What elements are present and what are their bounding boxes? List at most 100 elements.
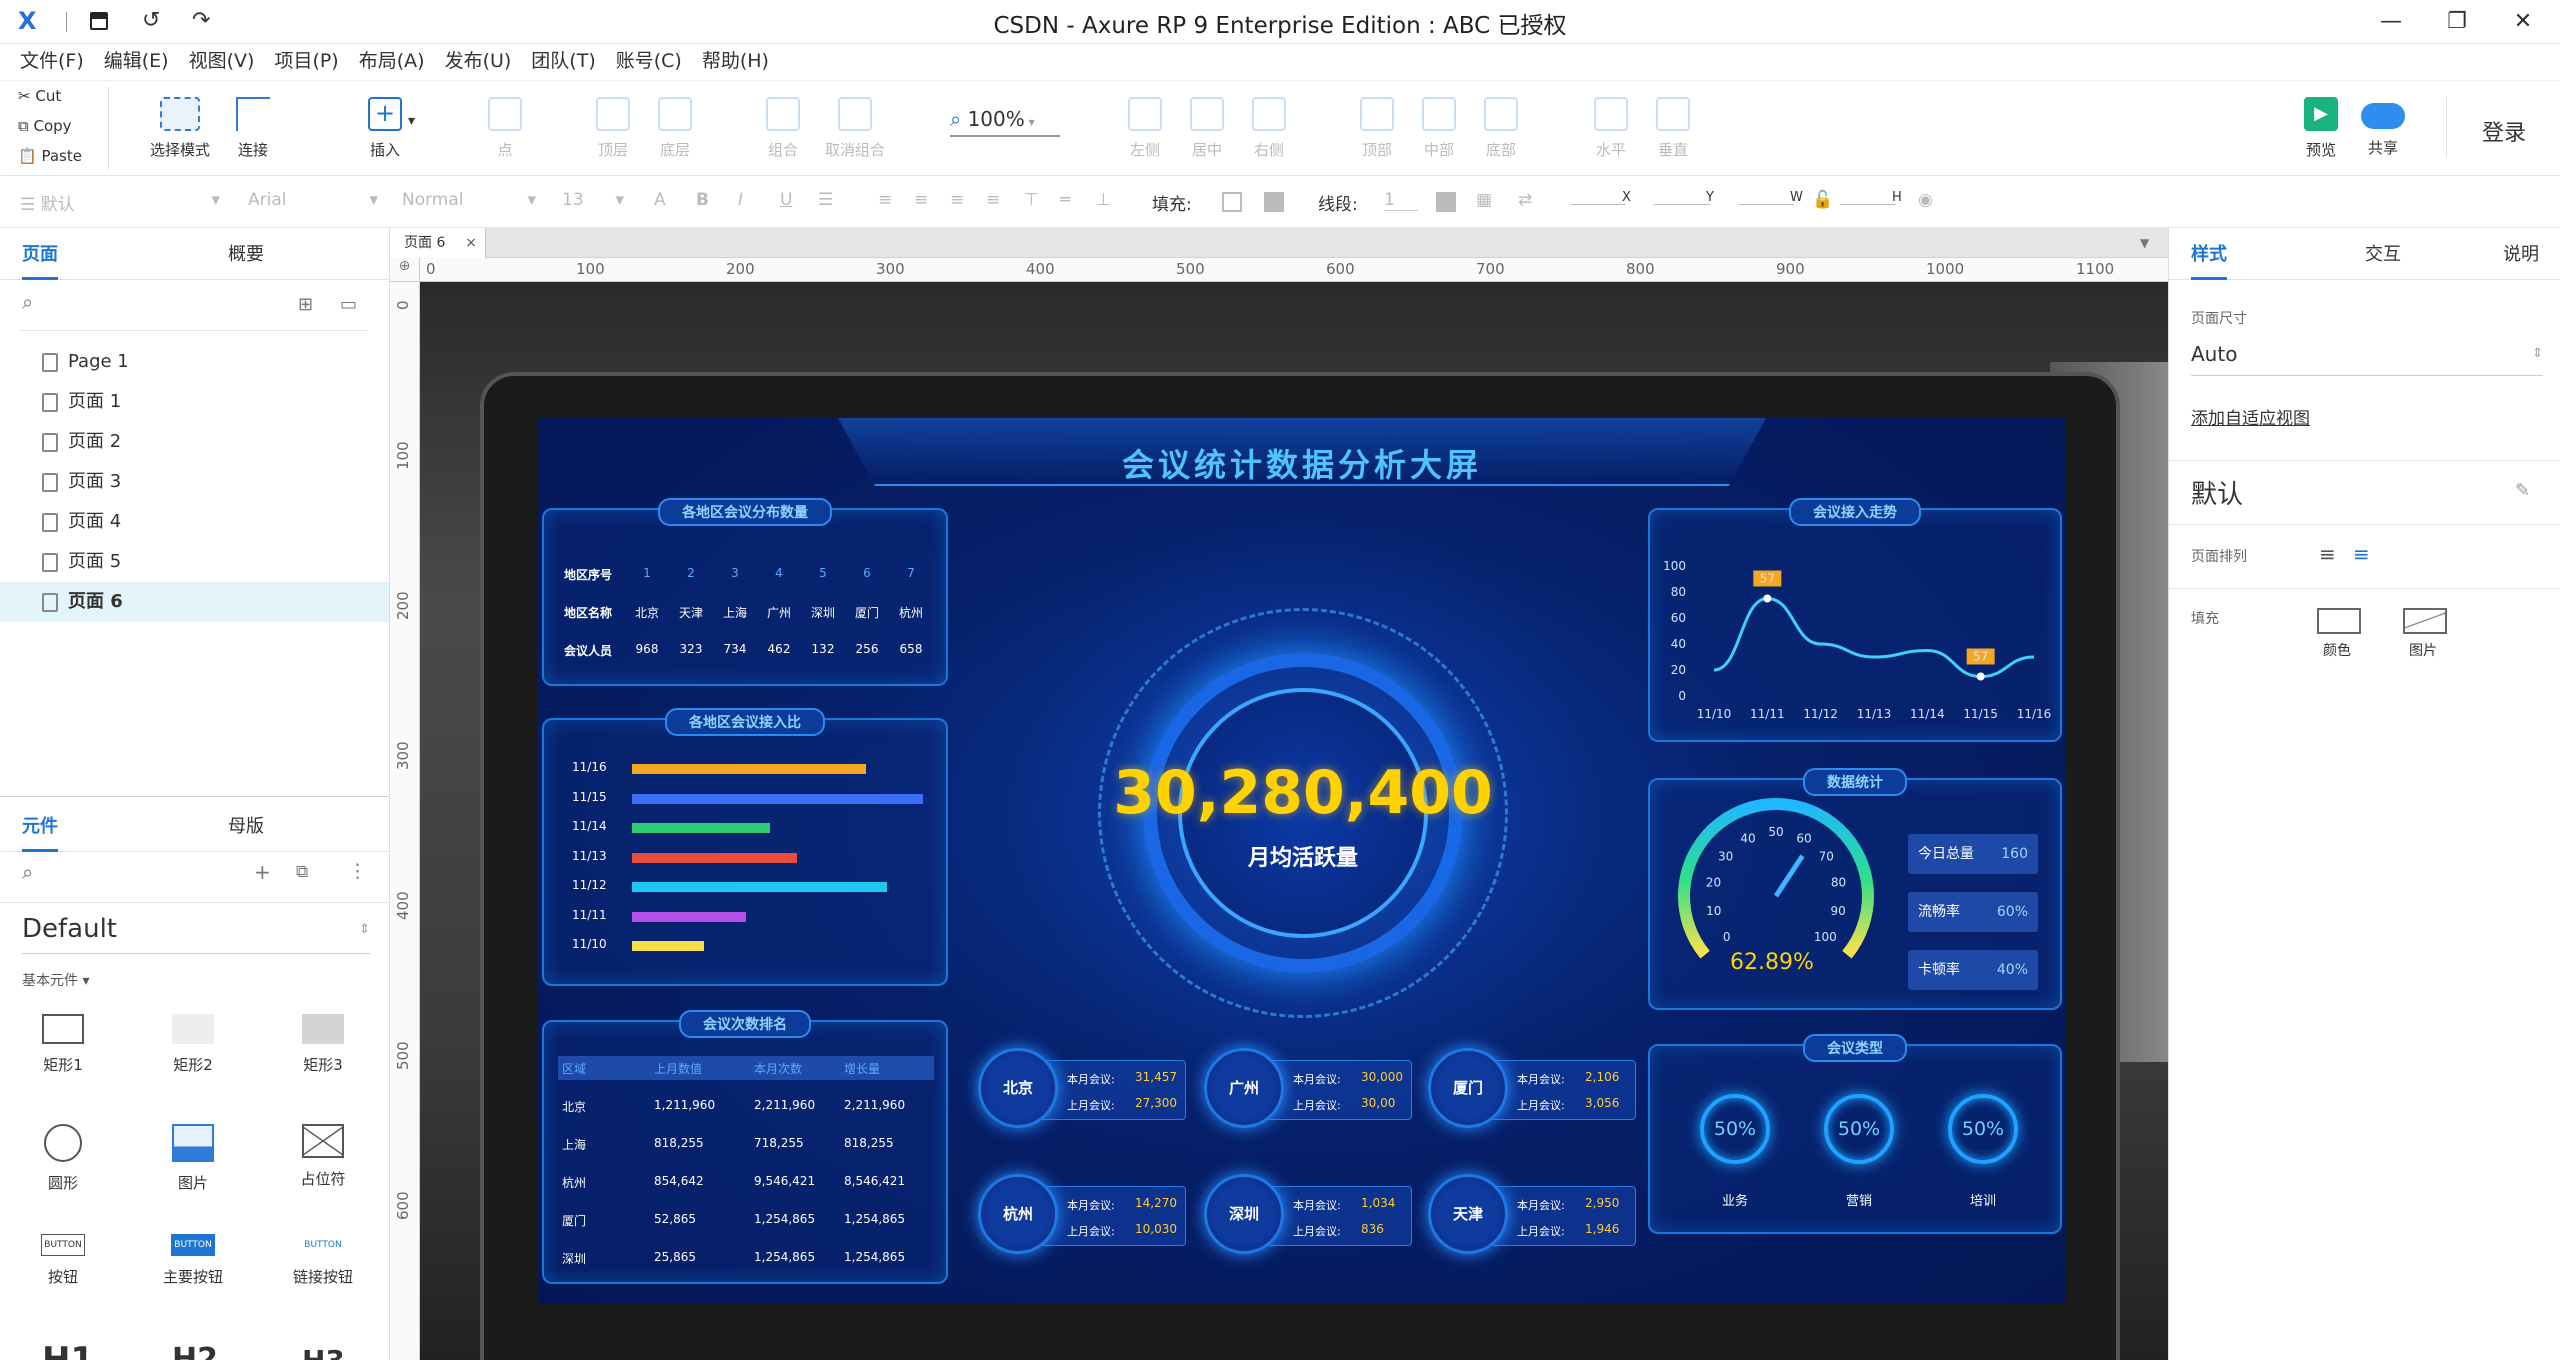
widget-circle[interactable]: 圆形 xyxy=(8,1124,118,1193)
select-mode-button[interactable]: 选择模式 xyxy=(140,97,220,160)
menu-account[interactable]: 账号(C) xyxy=(606,44,692,78)
align-text-center-icon[interactable]: ≡ xyxy=(914,190,928,210)
line-color-swatch[interactable] xyxy=(1436,192,1456,212)
login-button[interactable]: 登录 xyxy=(2482,115,2526,147)
add-folder-icon[interactable]: ▭ xyxy=(340,294,357,315)
minimize-button[interactable]: — xyxy=(2366,4,2416,40)
align-left-icon[interactable]: ≡ xyxy=(2319,542,2336,566)
page-item[interactable]: 页面 2 xyxy=(0,422,389,462)
style-select[interactable]: ☰ 默认 ▾ xyxy=(20,190,220,215)
fill-image-swatch[interactable] xyxy=(2403,608,2447,634)
y-input[interactable] xyxy=(1654,204,1710,205)
insert-button[interactable]: + 插入 xyxy=(360,97,410,160)
design-stage[interactable]: 会议统计数据分析大屏 30,280,400 月均活跃量 各地区会议分布数量 地区… xyxy=(420,282,2168,1360)
point-button[interactable]: 点 xyxy=(480,97,530,160)
align-left-button[interactable]: 左侧 xyxy=(1120,97,1170,160)
heading2-widget[interactable]: H2 xyxy=(172,1342,218,1360)
align-center-icon[interactable]: ≡ xyxy=(2353,542,2370,566)
align-middle-button[interactable]: 中部 xyxy=(1414,97,1464,160)
font-color-icon[interactable]: A xyxy=(654,190,666,210)
menu-publish[interactable]: 发布(U) xyxy=(435,44,522,78)
align-top-button[interactable]: 顶部 xyxy=(1352,97,1402,160)
fill-color-swatch[interactable] xyxy=(1222,192,1242,212)
close-button[interactable]: ✕ xyxy=(2498,4,2548,40)
tab-page-6[interactable]: 页面 6 × xyxy=(390,228,486,258)
share-button[interactable]: 共享 xyxy=(2358,97,2408,158)
tabs-dropdown-icon[interactable]: ▼ xyxy=(2140,236,2149,250)
chevron-down-icon[interactable]: ▾ xyxy=(408,113,415,129)
valign-bottom-icon[interactable]: ⊥ xyxy=(1096,190,1111,210)
fill-color-swatch[interactable] xyxy=(2317,608,2361,634)
align-bottom-button[interactable]: 底部 xyxy=(1476,97,1526,160)
tab-style[interactable]: 样式 xyxy=(2191,240,2227,280)
page-item[interactable]: 页面 1 xyxy=(0,382,389,422)
widget-placeholder[interactable]: 占位符 xyxy=(268,1124,378,1189)
bring-front-button[interactable]: 顶层 xyxy=(588,97,638,160)
tab-pages[interactable]: 页面 xyxy=(22,240,58,280)
zoom-control[interactable]: ⌕ 100% ▾ xyxy=(950,107,1060,137)
widget-rect2[interactable]: 矩形2 xyxy=(138,1014,248,1075)
bullet-list-icon[interactable]: ☰ xyxy=(818,190,833,210)
menu-view[interactable]: 视图(V) xyxy=(179,44,265,78)
arrow-style-icon[interactable]: ⇄ xyxy=(1518,190,1532,210)
category-label[interactable]: 基本元件 ▾ xyxy=(22,970,89,990)
x-input[interactable] xyxy=(1570,204,1626,205)
underline-icon[interactable]: U xyxy=(780,190,792,210)
align-text-left-icon[interactable]: ≡ xyxy=(878,190,892,210)
library-select[interactable]: Default ⇕ xyxy=(22,914,370,954)
widget-primary-button[interactable]: BUTTON 主要按钮 xyxy=(138,1234,248,1287)
w-input[interactable] xyxy=(1738,204,1794,205)
send-back-button[interactable]: 底层 xyxy=(650,97,700,160)
align-center-button[interactable]: 居中 xyxy=(1182,97,1232,160)
add-library-icon[interactable]: + xyxy=(254,860,271,884)
lock-icon[interactable]: 🔓 xyxy=(1812,190,1833,210)
menu-team[interactable]: 团队(T) xyxy=(521,44,605,78)
font-select[interactable]: Arial ▾ xyxy=(248,190,378,210)
h-input[interactable] xyxy=(1840,204,1896,205)
page-item-selected[interactable]: 页面 6 xyxy=(0,582,389,622)
font-weight-select[interactable]: Normal ▾ xyxy=(402,190,536,210)
connect-button[interactable]: 连接 xyxy=(228,97,278,160)
page-item[interactable]: Page 1 xyxy=(0,342,389,382)
fill-gradient-swatch[interactable] xyxy=(1264,192,1284,212)
heading1-widget[interactable]: H1 xyxy=(42,1340,94,1360)
widget-rect3[interactable]: 矩形3 xyxy=(268,1014,378,1075)
heading3-widget[interactable]: H3 xyxy=(302,1344,345,1360)
align-text-justify-icon[interactable]: ≡ xyxy=(986,190,1000,210)
page-item[interactable]: 页面 4 xyxy=(0,502,389,542)
menu-file[interactable]: 文件(F) xyxy=(10,44,94,78)
page-item[interactable]: 页面 3 xyxy=(0,462,389,502)
align-text-right-icon[interactable]: ≡ xyxy=(950,190,964,210)
tab-notes[interactable]: 说明 xyxy=(2503,240,2539,266)
ungroup-button[interactable]: 取消组合 xyxy=(820,97,890,160)
add-page-icon[interactable]: ⊞ xyxy=(298,294,313,315)
font-size-select[interactable]: 13 ▾ xyxy=(562,190,624,210)
panel-splitter[interactable] xyxy=(0,796,389,797)
more-icon[interactable]: ⋮ xyxy=(348,860,367,882)
search-icon[interactable]: ⌕ xyxy=(22,290,33,314)
close-icon[interactable]: × xyxy=(465,228,477,258)
distribute-h-button[interactable]: 水平 xyxy=(1586,97,1636,160)
add-adaptive-view-link[interactable]: 添加自适应视图 xyxy=(2191,404,2310,429)
page-size-select[interactable]: Auto ⇕ xyxy=(2191,342,2543,376)
widget-button[interactable]: BUTTON 按钮 xyxy=(8,1234,118,1287)
eye-icon[interactable]: ◉ xyxy=(1918,190,1933,210)
search-icon[interactable]: ⌕ xyxy=(22,860,33,884)
paste-button[interactable]: 📋 Paste xyxy=(18,147,82,165)
maximize-button[interactable]: ❐ xyxy=(2432,4,2482,40)
bold-icon[interactable]: B xyxy=(696,190,709,210)
preview-button[interactable]: ▶ 预览 xyxy=(2296,97,2346,160)
copy-button[interactable]: ⧉ Copy xyxy=(18,117,72,135)
widget-link-button[interactable]: BUTTON 链接按钮 xyxy=(268,1234,378,1287)
italic-icon[interactable]: I xyxy=(738,190,743,210)
line-width-input[interactable]: 1 xyxy=(1384,190,1418,211)
menu-help[interactable]: 帮助(H) xyxy=(692,44,779,78)
tab-interactions[interactable]: 交互 xyxy=(2365,240,2401,266)
menu-layout[interactable]: 布局(A) xyxy=(349,44,435,78)
tab-masters[interactable]: 母版 xyxy=(228,812,264,838)
group-button[interactable]: 组合 xyxy=(758,97,808,160)
menu-project[interactable]: 项目(P) xyxy=(264,44,348,78)
copy-library-icon[interactable]: ⧉ xyxy=(296,862,308,882)
edit-style-icon[interactable]: ✎ xyxy=(2515,480,2530,501)
valign-middle-icon[interactable]: ═ xyxy=(1060,190,1070,210)
